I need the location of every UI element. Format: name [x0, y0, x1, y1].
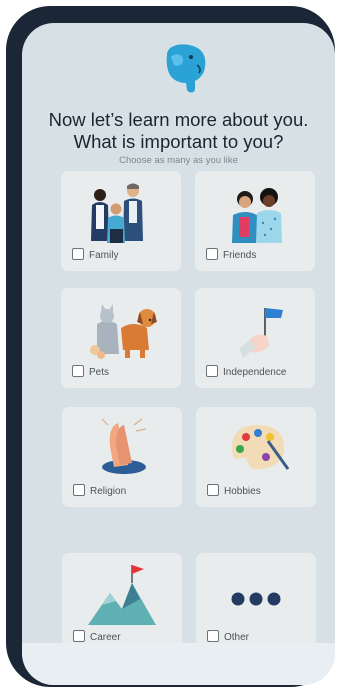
phone-frame: Now let’s learn more about you. What is …: [6, 6, 335, 687]
option-label: Family: [89, 250, 119, 261]
checkbox[interactable]: [207, 630, 219, 642]
paint-palette-illustration-icon: [232, 425, 290, 470]
option-card-hobbies[interactable]: Hobbies: [196, 407, 316, 507]
title-line-2: What is important to you?: [73, 131, 284, 152]
option-label: Pets: [89, 367, 110, 378]
checkbox[interactable]: [206, 365, 218, 377]
option-label: Career: [90, 632, 121, 643]
checkbox[interactable]: [207, 484, 219, 496]
flag-hand-illustration-icon: [239, 308, 283, 358]
option-label: Religion: [90, 486, 127, 497]
option-label: Hobbies: [224, 486, 261, 497]
checkbox[interactable]: [73, 484, 85, 496]
option-card-career[interactable]: Career: [62, 553, 182, 653]
family-illustration-icon: [91, 183, 143, 243]
page-title: Now let’s learn more about you. What is …: [22, 109, 335, 153]
mountain-flag-illustration-icon: [88, 565, 156, 625]
option-card-independence[interactable]: Independence: [195, 288, 315, 388]
option-card-pets[interactable]: Pets: [61, 288, 181, 388]
option-label: Independence: [223, 367, 287, 378]
pets-illustration-icon: [90, 304, 157, 359]
checkbox[interactable]: [206, 248, 218, 260]
praying-hands-illustration-icon: [101, 418, 147, 474]
option-card-other[interactable]: Other: [196, 553, 316, 653]
bottom-bar: [22, 643, 335, 685]
elephant-logo-icon: [166, 44, 206, 93]
title-line-1: Now let’s learn more about you.: [48, 109, 309, 130]
page-subtitle: Choose as many as you like: [119, 155, 238, 166]
checkbox[interactable]: [72, 248, 84, 260]
option-label: Other: [224, 632, 250, 643]
option-card-family[interactable]: Family: [61, 171, 181, 271]
dots-illustration-icon: [231, 592, 281, 606]
friends-illustration-icon: [232, 188, 282, 243]
option-card-religion[interactable]: Religion: [62, 407, 182, 507]
checkbox[interactable]: [72, 365, 84, 377]
checkbox[interactable]: [73, 630, 85, 642]
option-card-friends[interactable]: Friends: [195, 171, 315, 271]
option-label: Friends: [223, 250, 257, 261]
app-screen: Now let’s learn more about you. What is …: [22, 23, 335, 685]
